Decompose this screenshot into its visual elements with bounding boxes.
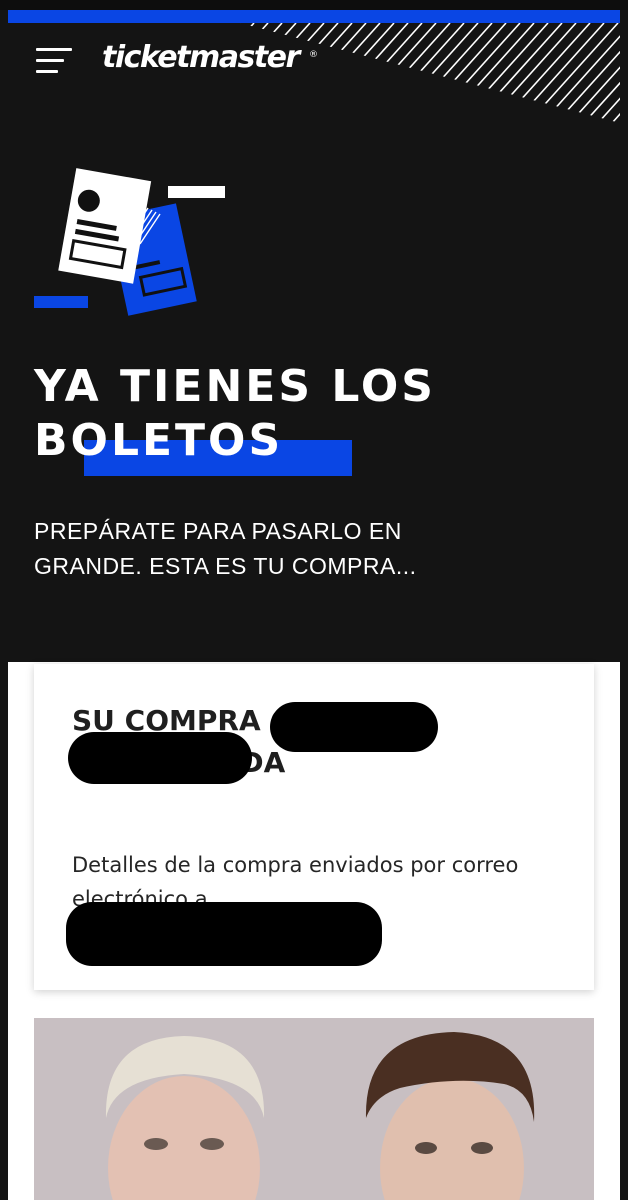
hero-title: YA TIENES LOS BOLETOS [34,361,436,466]
registered-mark: ® [309,50,318,60]
ticketmaster-logo[interactable]: ticketmaster [102,40,300,75]
redaction-mark [66,902,382,966]
artist-photo [34,1018,594,1200]
purchase-confirmation-card: SU COMPRA C ESTA CONFIRMADA Detalles de … [34,664,594,990]
redaction-mark [270,702,438,752]
tickets-illustration-icon [34,168,225,316]
hamburger-menu-icon[interactable] [36,46,76,76]
artist-photo-illustration [34,1018,594,1200]
brand-accent-strip [8,10,620,23]
hero-subtitle: PREPÁRATE PARA PASARLO EN GRANDE. ESTA E… [34,518,417,579]
status-bar-edge [0,0,628,10]
redaction-mark [68,732,252,784]
